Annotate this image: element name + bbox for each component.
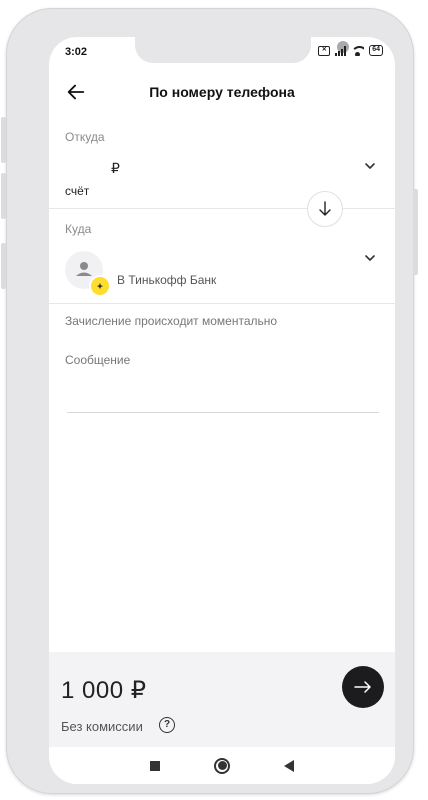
volume-up-button (1, 117, 6, 163)
to-label: Куда (65, 222, 92, 236)
to-bank-name: В Тинькофф Банк (117, 273, 217, 287)
bank-logo-icon: ✦ (89, 275, 111, 297)
home-button[interactable] (214, 757, 230, 774)
signal-icon (335, 45, 347, 56)
system-nav-bar (49, 747, 395, 784)
fee-text: Без комиссии (61, 719, 143, 734)
sim-icon: ✕ (318, 45, 331, 56)
transfer-info: Зачисление происходит моментально (65, 314, 278, 328)
help-icon[interactable]: ? (159, 717, 175, 733)
page-title: По номеру телефона (149, 84, 295, 100)
arrow-down-icon (319, 201, 331, 216)
notch (135, 37, 349, 63)
to-chevron-down-icon[interactable] (363, 251, 377, 265)
from-label: Откуда (65, 130, 105, 144)
bottom-panel: 1 000 ₽ Без комиссии ? (49, 652, 395, 747)
recents-button[interactable] (150, 760, 160, 771)
phone-frame: 3:02 ✕ 64 По номеру телефона Откуда ₽ сч… (1, 8, 418, 794)
arrow-right-icon (354, 681, 371, 693)
message-input[interactable] (67, 355, 379, 413)
swap-button[interactable] (307, 191, 343, 227)
divider (49, 303, 395, 304)
from-chevron-down-icon[interactable] (363, 159, 377, 173)
from-account: счёт (65, 184, 90, 198)
divider (49, 208, 395, 209)
header: По номеру телефона (49, 77, 395, 109)
phone-screen: 3:02 ✕ 64 По номеру телефона Откуда ₽ сч… (49, 37, 395, 784)
next-button[interactable] (342, 666, 384, 708)
battery-icon: 64 (369, 45, 383, 56)
status-icons: ✕ 64 (318, 45, 383, 56)
wifi-icon (351, 45, 365, 56)
amount-input[interactable]: 1 000 ₽ (61, 676, 147, 705)
system-back-button[interactable] (284, 759, 294, 772)
status-time: 3:02 (65, 46, 88, 58)
volume-down-button (1, 173, 6, 219)
from-currency: ₽ (111, 160, 120, 176)
side-button-left (1, 243, 6, 289)
power-button (413, 189, 418, 275)
